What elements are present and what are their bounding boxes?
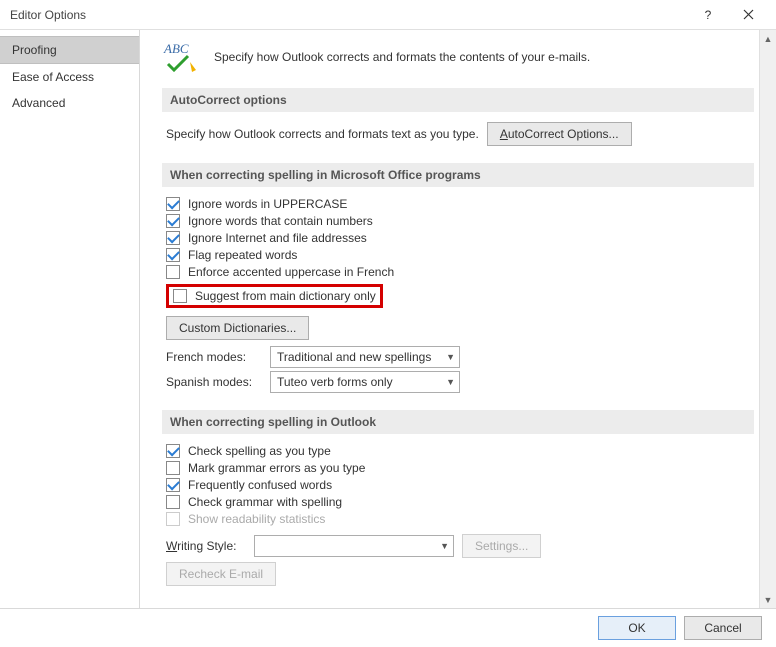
section-spelling-office-body: Ignore words in UPPERCASE Ignore words t…	[162, 197, 754, 402]
writing-style-label: Writing Style:	[166, 539, 246, 553]
checkbox-row: Enforce accented uppercase in French	[166, 265, 750, 279]
checkbox-label: Flag repeated words	[188, 248, 297, 262]
checkbox-accented-french[interactable]	[166, 265, 180, 279]
dropdown-value: Traditional and new spellings	[277, 350, 431, 364]
checkbox-label: Suggest from main dictionary only	[195, 289, 376, 303]
btn-label: Recheck E-mail	[179, 567, 263, 581]
btn-label: Custom Dictionaries...	[179, 321, 296, 335]
btn-label: OK	[628, 621, 645, 635]
checkbox-check-grammar[interactable]	[166, 495, 180, 509]
autocorrect-desc: Specify how Outlook corrects and formats…	[166, 127, 479, 141]
sidebar-item-label: Advanced	[12, 96, 65, 110]
checkbox-flag-repeated[interactable]	[166, 248, 180, 262]
sidebar-item-proofing[interactable]: Proofing	[0, 36, 139, 64]
svg-text:ABC: ABC	[163, 41, 189, 56]
btn-label: Settings...	[475, 539, 528, 553]
sidebar-item-label: Ease of Access	[12, 70, 94, 84]
checkbox-label: Frequently confused words	[188, 478, 332, 492]
sidebar: Proofing Ease of Access Advanced	[0, 30, 140, 608]
window-title: Editor Options	[10, 8, 688, 22]
chevron-down-icon: ▼	[446, 377, 455, 387]
close-icon	[743, 9, 754, 20]
writing-style-dropdown[interactable]: ▼	[254, 535, 454, 557]
checkbox-label: Ignore words that contain numbers	[188, 214, 373, 228]
content-wrap: ABC Specify how Outlook corrects and for…	[140, 30, 776, 608]
cancel-button[interactable]: Cancel	[684, 616, 762, 640]
checkbox-main-dictionary[interactable]	[173, 289, 187, 303]
close-button[interactable]	[728, 1, 768, 29]
checkbox-label: Show readability statistics	[188, 512, 325, 526]
checkbox-label: Enforce accented uppercase in French	[188, 265, 394, 279]
titlebar: Editor Options ?	[0, 0, 776, 30]
checkbox-label: Check spelling as you type	[188, 444, 331, 458]
main-area: Proofing Ease of Access Advanced ABC Spe…	[0, 30, 776, 608]
btn-label: Cancel	[704, 621, 741, 635]
highlighted-option: Suggest from main dictionary only	[166, 284, 383, 308]
abc-proofing-icon: ABC	[162, 40, 202, 74]
vertical-scrollbar[interactable]: ▲ ▼	[759, 30, 776, 608]
sidebar-item-ease-of-access[interactable]: Ease of Access	[0, 64, 139, 90]
help-button[interactable]: ?	[688, 1, 728, 29]
checkbox-readability	[166, 512, 180, 526]
custom-dictionaries-button[interactable]: Custom Dictionaries...	[166, 316, 309, 340]
chevron-down-icon: ▼	[446, 352, 455, 362]
scroll-up-icon[interactable]: ▲	[760, 30, 776, 47]
intro-row: ABC Specify how Outlook corrects and for…	[162, 40, 754, 74]
checkbox-row: Ignore words that contain numbers	[166, 214, 750, 228]
scroll-down-icon[interactable]: ▼	[760, 591, 776, 608]
sidebar-item-label: Proofing	[12, 43, 57, 57]
checkbox-ignore-uppercase[interactable]	[166, 197, 180, 211]
checkbox-ignore-internet[interactable]	[166, 231, 180, 245]
section-autocorrect-header: AutoCorrect options	[162, 88, 754, 112]
dialog-footer: OK Cancel	[0, 608, 776, 646]
intro-text: Specify how Outlook corrects and formats…	[214, 50, 590, 64]
checkbox-row: Ignore words in UPPERCASE	[166, 197, 750, 211]
content: ABC Specify how Outlook corrects and for…	[140, 30, 776, 608]
checkbox-label: Check grammar with spelling	[188, 495, 342, 509]
checkbox-check-spelling[interactable]	[166, 444, 180, 458]
checkbox-label: Mark grammar errors as you type	[188, 461, 365, 475]
dropdown-value: Tuteo verb forms only	[277, 375, 393, 389]
checkbox-row: Check spelling as you type	[166, 444, 750, 458]
spanish-modes-dropdown[interactable]: Tuteo verb forms only ▼	[270, 371, 460, 393]
checkbox-row: Frequently confused words	[166, 478, 750, 492]
checkbox-mark-grammar[interactable]	[166, 461, 180, 475]
checkbox-row: Check grammar with spelling	[166, 495, 750, 509]
checkbox-row: Flag repeated words	[166, 248, 750, 262]
checkbox-label: Ignore Internet and file addresses	[188, 231, 367, 245]
checkbox-label: Ignore words in UPPERCASE	[188, 197, 347, 211]
checkbox-row: Show readability statistics	[166, 512, 750, 526]
section-spelling-outlook-header: When correcting spelling in Outlook	[162, 410, 754, 434]
section-spelling-outlook-body: Check spelling as you type Mark grammar …	[162, 444, 754, 595]
french-modes-dropdown[interactable]: Traditional and new spellings ▼	[270, 346, 460, 368]
btn-label: utoCorrect Options...	[508, 127, 619, 141]
autocorrect-options-button[interactable]: AutoCorrect Options...	[487, 122, 632, 146]
spanish-modes-label: Spanish modes:	[166, 375, 262, 389]
french-modes-label: French modes:	[166, 350, 262, 364]
sidebar-item-advanced[interactable]: Advanced	[0, 90, 139, 116]
checkbox-ignore-numbers[interactable]	[166, 214, 180, 228]
section-autocorrect-body: Specify how Outlook corrects and formats…	[162, 122, 754, 155]
chevron-down-icon: ▼	[440, 541, 449, 551]
section-spelling-office-header: When correcting spelling in Microsoft Of…	[162, 163, 754, 187]
checkbox-row: Mark grammar errors as you type	[166, 461, 750, 475]
checkbox-confused-words[interactable]	[166, 478, 180, 492]
recheck-email-button: Recheck E-mail	[166, 562, 276, 586]
checkbox-row: Ignore Internet and file addresses	[166, 231, 750, 245]
ok-button[interactable]: OK	[598, 616, 676, 640]
settings-button: Settings...	[462, 534, 541, 558]
